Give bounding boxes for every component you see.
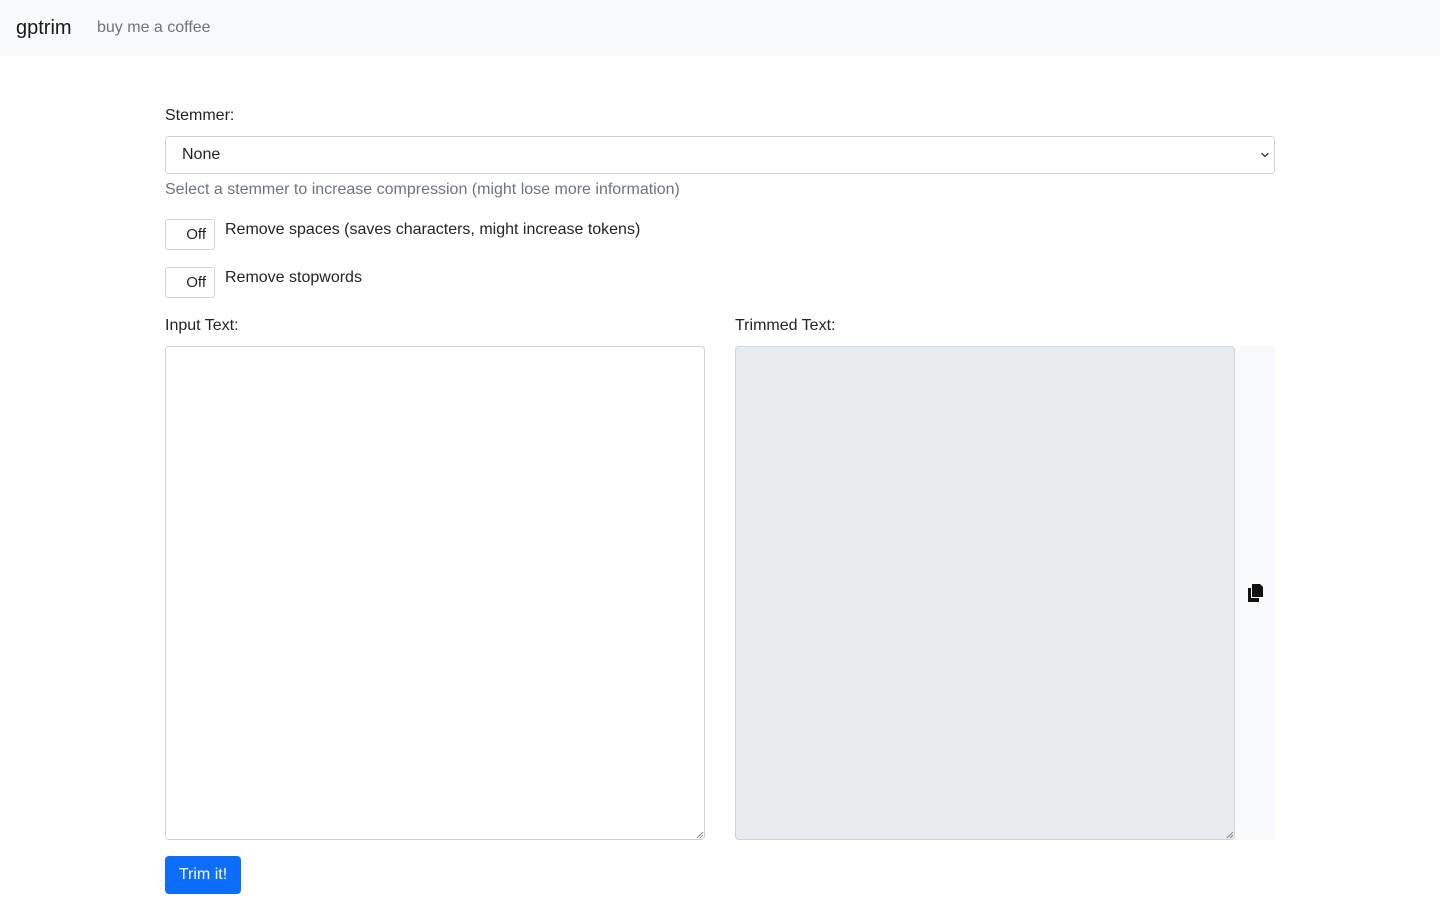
- trim-button[interactable]: Trim it!: [165, 856, 241, 894]
- remove-spaces-toggle[interactable]: Off: [165, 219, 215, 250]
- buy-me-a-coffee-link[interactable]: buy me a coffee: [97, 18, 211, 38]
- brand-link[interactable]: gptrim: [16, 16, 72, 40]
- copy-icon[interactable]: [1247, 584, 1263, 602]
- stemmer-selected-value: None: [182, 146, 221, 163]
- trimmed-textarea[interactable]: [735, 346, 1235, 840]
- stemmer-label: Stemmer:: [165, 107, 235, 124]
- resize-grip-icon[interactable]: [696, 831, 704, 839]
- remove-spaces-label: Remove spaces (saves characters, might i…: [225, 221, 641, 238]
- input-text-label: Input Text:: [165, 317, 239, 334]
- resize-grip-icon[interactable]: [1226, 831, 1234, 839]
- remove-stopwords-toggle[interactable]: Off: [165, 267, 215, 298]
- stemmer-help-text: Select a stemmer to increase compression…: [165, 181, 680, 198]
- remove-stopwords-label: Remove stopwords: [225, 269, 362, 286]
- navbar: gptrim buy me a coffee: [0, 0, 1440, 56]
- stemmer-select[interactable]: None: [165, 136, 1275, 174]
- chevron-down-icon: [1261, 152, 1269, 158]
- trimmed-text-label: Trimmed Text:: [735, 317, 836, 334]
- input-textarea[interactable]: [165, 346, 705, 840]
